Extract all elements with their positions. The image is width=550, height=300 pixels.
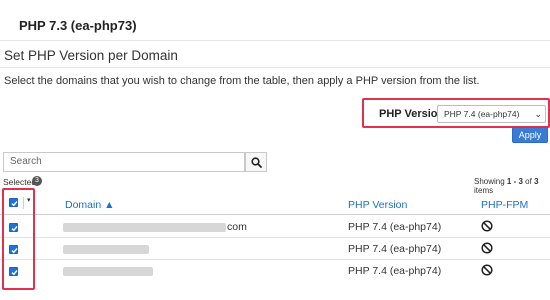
search-button[interactable] <box>245 152 267 172</box>
current-php-version-title: PHP 7.3 (ea-php73) <box>19 18 137 33</box>
apply-button[interactable]: Apply <box>512 127 548 143</box>
pagination-middle: of <box>522 177 535 186</box>
domain-suffix: com <box>227 221 247 233</box>
pagination-total: 3 <box>534 177 539 186</box>
divider <box>0 40 550 41</box>
search-input[interactable]: Search <box>3 152 245 172</box>
redacted-domain <box>63 223 226 232</box>
pagination-suffix: items <box>474 186 494 195</box>
selected-count-badge: 3 <box>32 176 42 186</box>
divider <box>0 67 550 68</box>
disabled-icon <box>481 242 493 254</box>
php-version-select-value: PHP 7.4 (ea-php74) <box>444 109 520 119</box>
row-divider <box>0 259 550 260</box>
redacted-domain <box>63 245 149 254</box>
php-version-cell: PHP 7.4 (ea-php74) <box>348 265 442 277</box>
pagination-prefix: Showing <box>474 177 507 186</box>
page-description: Select the domains that you wish to chan… <box>4 75 480 87</box>
page-title: Set PHP Version per Domain <box>4 48 178 63</box>
truncated-top-text: ⁻ <box>368 0 374 6</box>
php-version-cell: PHP 7.4 (ea-php74) <box>348 221 442 233</box>
column-header-php-fpm[interactable]: PHP-FPM <box>481 199 528 211</box>
table-header-divider <box>0 214 550 215</box>
disabled-icon <box>481 264 493 276</box>
column-header-php-version[interactable]: PHP Version <box>348 199 407 211</box>
disabled-icon <box>481 220 493 232</box>
pagination-summary: Showing 1 - 3 of 3 items <box>474 177 550 195</box>
pagination-range: 1 - 3 <box>506 177 523 186</box>
php-version-cell: PHP 7.4 (ea-php74) <box>348 243 442 255</box>
php-version-label: PHP Version <box>379 108 445 120</box>
chevron-down-icon: ⌄ <box>534 109 542 119</box>
php-version-select[interactable]: PHP 7.4 (ea-php74) ⌄ <box>437 105 546 123</box>
redacted-domain <box>63 267 153 276</box>
search-icon <box>251 157 262 168</box>
checkbox-column-highlight <box>2 188 35 290</box>
column-header-domain[interactable]: Domain ▲ <box>65 199 115 211</box>
row-divider <box>0 237 550 238</box>
